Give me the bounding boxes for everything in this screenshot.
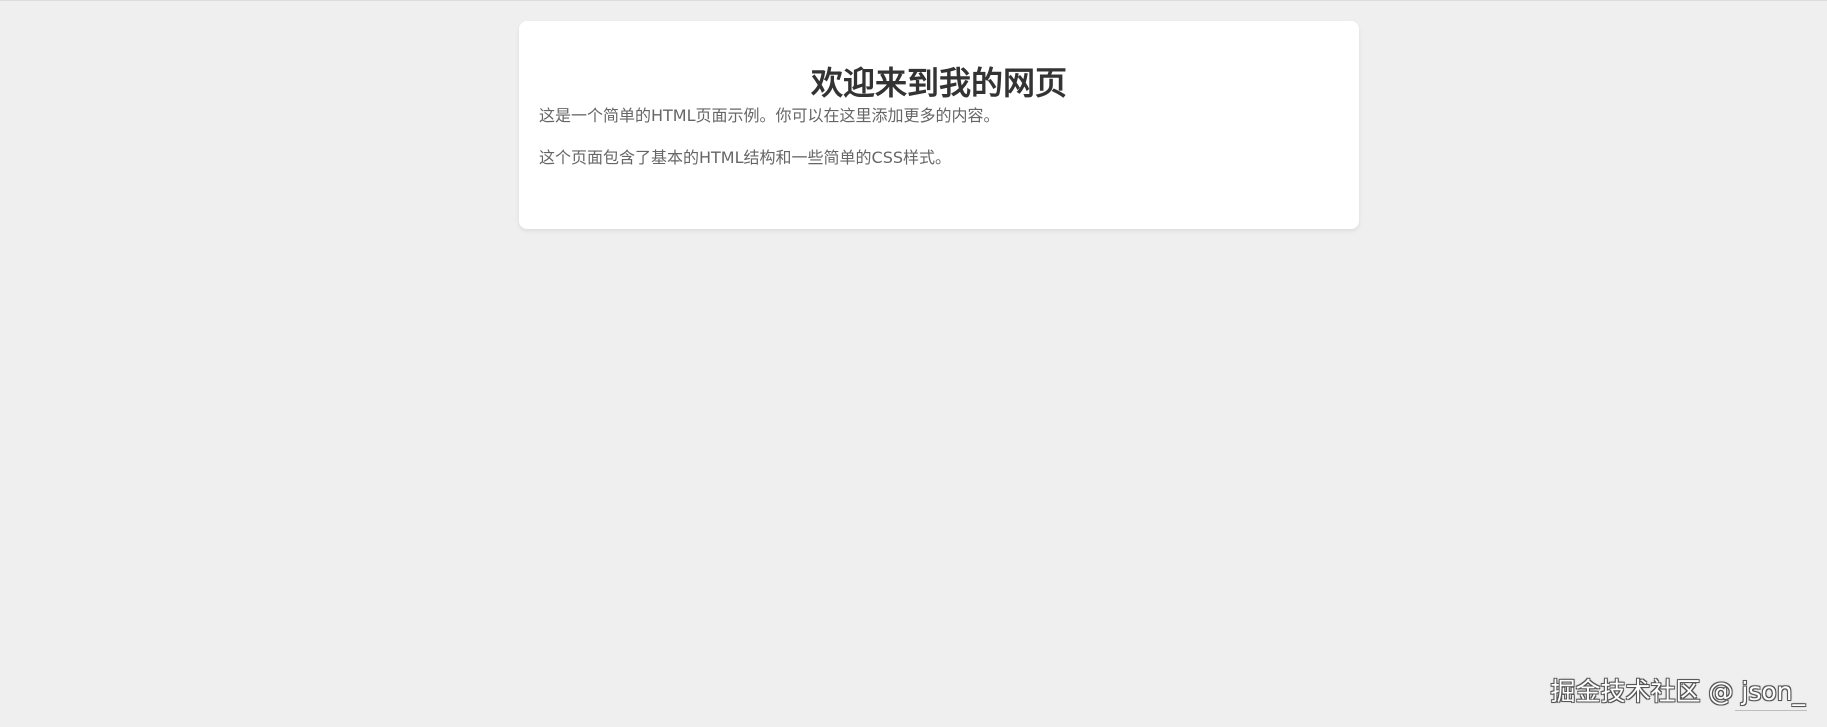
description-paragraph: 这个页面包含了基本的HTML结构和一些简单的CSS样式。 (539, 148, 952, 167)
page-title: 欢迎来到我的网页 (810, 64, 1067, 102)
watermark: 掘金技术社区 @ json_ (1550, 677, 1805, 706)
top-divider (0, 0, 1827, 1)
intro-paragraph: 这是一个简单的HTML页面示例。你可以在这里添加更多的内容。 (539, 106, 1000, 125)
watermark-underline (1735, 710, 1807, 711)
content-card: 欢迎来到我的网页 这是一个简单的HTML页面示例。你可以在这里添加更多的内容。 … (519, 21, 1359, 229)
